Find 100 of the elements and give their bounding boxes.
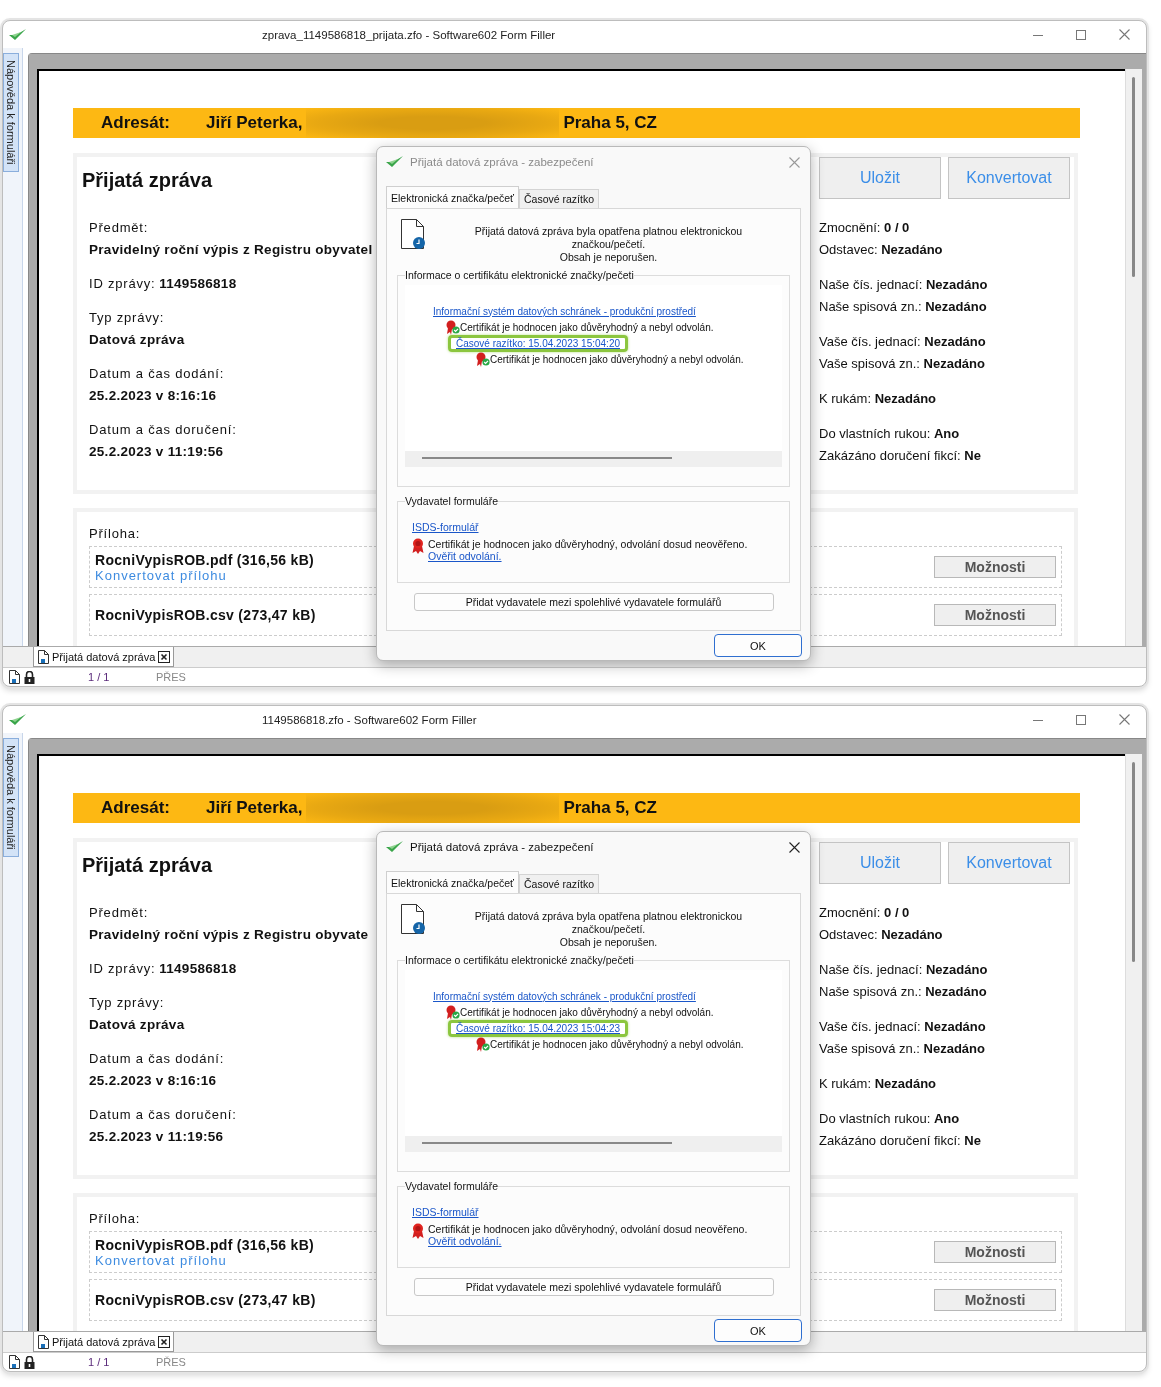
field-label: ID zprávy: [89,276,156,291]
detail-text: Naše spisová zn.: Nezadáno [819,298,988,316]
app-logo-icon [9,28,26,41]
detail-text: Zmocnění: 0 / 0 [819,219,911,237]
file-name: RocniVypisROB.pdf (316,56 kB) [95,1236,314,1253]
convert-link[interactable]: Konvertovat přílohu [95,1252,227,1268]
status-message: značkou/pečetí. [570,923,647,936]
convert-link[interactable]: Konvertovat přílohu [95,567,227,583]
document-tab[interactable]: Přijatá datová zpráva [33,1332,175,1352]
field-value: Pravidelný roční výpis z Registru obyvatel [89,241,373,259]
field-value: 25.2.2023 v 11:19:56 [89,443,224,461]
publisher-status: Certifikát je hodnocen jako důvěryhodný, odvolání dosud neověřeno. [428,538,748,550]
options-button[interactable]: Možnosti [934,604,1056,626]
detail-text: Naše čís. jednací: Nezadáno [819,961,989,979]
detail-text: Zakázáno doručení fikcí: Ne [819,447,982,465]
issuer-link[interactable]: Informační systém datových schránek - produkční prostředí [433,305,696,317]
horizontal-scrollbar[interactable] [405,1136,782,1152]
options-button[interactable]: Možnosti [934,1241,1056,1263]
field-value: 25.2.2023 v 8:16:16 [89,1072,217,1090]
certificate-status: Certifikát je hodnocen jako důvěryhodný a nebyl odvolán. [490,353,744,365]
ok-button[interactable]: OK [714,634,802,657]
dialog-title: Přijatá datová zpráva - zabezpečení [410,156,595,168]
status-message: značkou/pečetí. [570,238,647,251]
maximize-icon[interactable] [1076,29,1086,40]
close-tab-icon[interactable] [158,650,171,663]
field-value: 1149586818 [159,276,237,291]
lock-icon [24,1355,35,1369]
group-title: Vydavatel formuláře [405,1180,498,1192]
addressee-city: Praha 5, CZ [563,113,657,133]
maximize-icon[interactable] [1076,714,1086,725]
vertical-scrollbar[interactable] [1125,754,1142,1331]
close-icon[interactable] [789,841,800,853]
seal-icon [412,1223,424,1239]
trust-publisher-button[interactable]: Přidat vydavatele mezi spolehlivé vydavatele formulářů [413,593,774,611]
field-label: ID zprávy: [89,961,156,976]
options-button[interactable]: Možnosti [934,556,1056,578]
file-name: RocniVypisROB.csv (273,47 kB) [95,607,316,623]
addressee-city: Praha 5, CZ [563,798,657,818]
window-title: zprava_1149586818_prijata.zfo - Software602 Form Filler [262,28,557,41]
detail-text: K rukám: Nezadáno [819,390,938,408]
help-tab[interactable]: Nápověda k formuláři [3,738,19,857]
dialog-title: Přijatá datová zpráva - zabezpečení [410,841,595,853]
app-logo-icon [386,841,403,853]
timestamp-link[interactable]: Časové razítko: 15.04.2023 15:04:23 [448,1019,628,1037]
field-label: Datum a čas dodání: [89,365,225,383]
group-title: Informace o certifikátu elektronické značky/pečeti [405,954,634,966]
addressee-name: Jiří Peterka, [206,798,303,818]
issuer-link[interactable]: Informační systém datových schránek - produkční prostředí [433,990,696,1002]
attachments-label: Příloha: [89,1211,141,1226]
detail-text: Naše spisová zn.: Nezadáno [819,983,988,1001]
document-tab[interactable]: Přijatá datová zpráva [33,647,175,667]
file-name: RocniVypisROB.pdf (316,56 kB) [95,551,314,568]
seal-check-icon [446,1004,460,1020]
seal-icon [412,538,424,554]
attachments-label: Příloha: [89,526,141,541]
field-label: Datum a čas doručení: [89,421,237,439]
publisher-link[interactable]: ISDS-formulář [412,1206,479,1218]
detail-text: Naše čís. jednací: Nezadáno [819,276,989,294]
dialog-tab[interactable]: Elektronická značka/pečeť [386,186,519,208]
insert-mode: PŘES [156,1356,186,1368]
verify-link[interactable]: Ověřit odvolání. [428,550,502,562]
close-tab-icon[interactable] [158,1335,171,1348]
group-title: Vydavatel formuláře [405,495,498,507]
timestamp-link[interactable]: Časové razítko: 15.04.2023 15:04:20 [448,334,628,352]
help-tab[interactable]: Nápověda k formuláři [3,53,19,172]
field-value: 25.2.2023 v 8:16:16 [89,387,217,405]
status-message: Přijatá datová zpráva byla opatřena platnou elektronickou [473,225,744,238]
status-message: Přijatá datová zpráva byla opatřena platnou elektronickou [473,910,744,923]
dialog-tab[interactable]: Časové razítko [519,874,600,893]
document-icon [9,670,20,684]
certificate-status: Certifikát je hodnocen jako důvěryhodný a nebyl odvolán. [490,1038,744,1050]
horizontal-scrollbar[interactable] [405,451,782,467]
insert-mode: PŘES [156,671,186,683]
ok-button[interactable]: OK [714,1319,802,1342]
message-heading: Přijatá zpráva [81,168,213,193]
message-heading: Přijatá zpráva [81,853,213,878]
dialog-tab[interactable]: Časové razítko [519,189,600,208]
field-value: Datová zpráva [89,331,185,349]
document-icon [9,1355,20,1369]
group-title: Informace o certifikátu elektronické značky/pečeti [405,269,634,281]
detail-text: Do vlastních rukou: Ano [819,425,961,443]
status-message: Obsah je neporušen. [558,251,659,264]
detail-text: Vaše spisová zn.: Nezadáno [819,355,986,373]
document-clock-icon [401,219,427,250]
verify-link[interactable]: Ověřit odvolání. [428,1235,502,1247]
trust-publisher-button[interactable]: Přidat vydavatele mezi spolehlivé vydavatele formulářů [413,1278,774,1296]
options-button[interactable]: Možnosti [934,1289,1056,1311]
seal-check-icon [476,351,490,367]
document-tab-label: Přijatá datová zpráva [52,650,156,663]
document-icon [38,649,49,664]
certificate-status: Certifikát je hodnocen jako důvěryhodný a nebyl odvolán. [460,321,714,333]
window-title: 1149586818.zfo - Software602 Form Filler [262,713,478,726]
dialog-tab[interactable]: Elektronická značka/pečeť [386,871,519,893]
document-clock-icon [401,904,427,935]
vertical-scrollbar[interactable] [1125,69,1142,646]
addressee-label: Adresát: [101,113,171,133]
detail-text: Vaše čís. jednací: Nezadáno [819,333,987,351]
certificate-status: Certifikát je hodnocen jako důvěryhodný a nebyl odvolán. [460,1006,714,1018]
publisher-link[interactable]: ISDS-formulář [412,521,479,533]
detail-text: Odstavec: Nezadáno [819,926,944,944]
